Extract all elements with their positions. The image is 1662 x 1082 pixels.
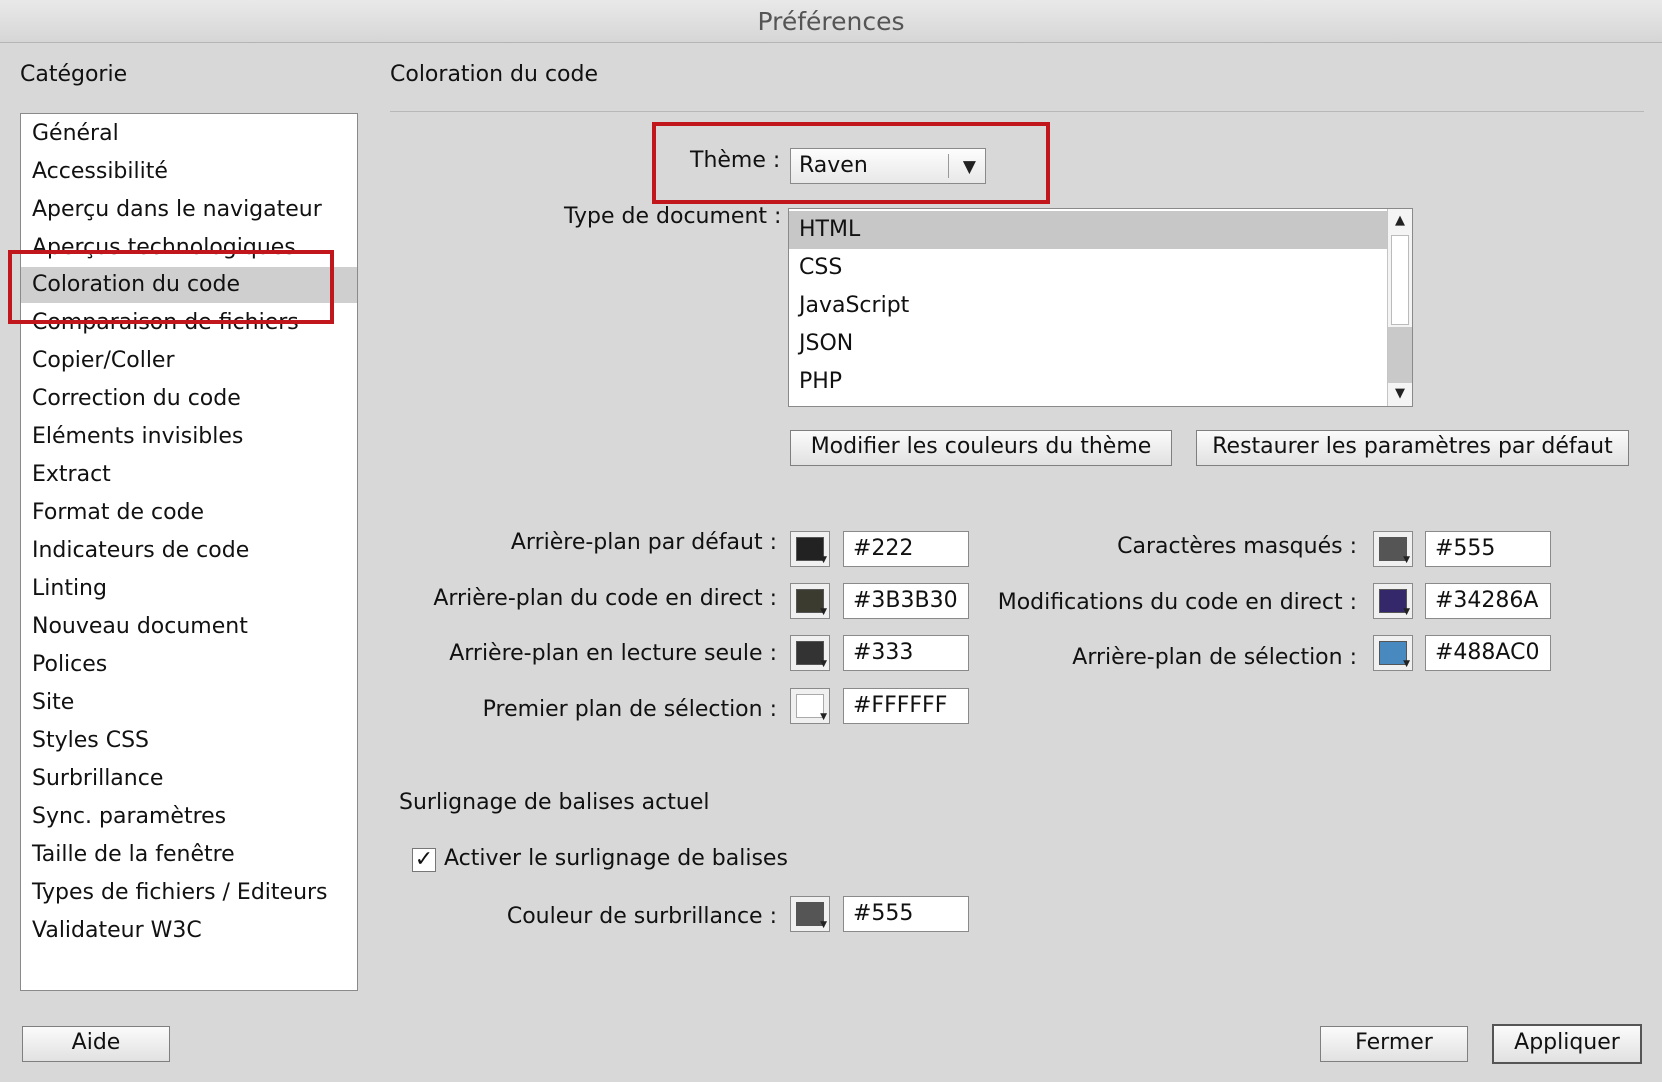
chevron-down-icon: ▼ (820, 607, 827, 617)
highlight-annotation-category (8, 250, 334, 324)
category-item-w3c-validator[interactable]: Validateur W3C (21, 913, 357, 949)
hidden-characters-label: Caractères masqués : (1117, 534, 1357, 559)
category-item-css-styles[interactable]: Styles CSS (21, 723, 357, 759)
document-type-list[interactable]: HTML CSS JavaScript JSON PHP ▲ ▼ (788, 208, 1413, 407)
read-only-background-swatch[interactable]: ▼ (790, 635, 830, 671)
default-background-label: Arrière-plan par défaut : (510, 530, 777, 555)
chevron-down-icon: ▼ (820, 920, 827, 930)
category-item-general[interactable]: Général (21, 116, 357, 152)
tag-highlight-checkbox-label[interactable]: Activer le surlignage de balises (444, 846, 788, 871)
document-type-item-javascript[interactable]: JavaScript (789, 287, 1387, 325)
read-only-background-label: Arrière-plan en lecture seule : (449, 641, 777, 666)
scroll-up-icon[interactable]: ▲ (1388, 209, 1412, 233)
category-item-file-types-editors[interactable]: Types de fichiers / Editeurs (21, 875, 357, 911)
category-item-window-size[interactable]: Taille de la fenêtre (21, 837, 357, 873)
selection-foreground-hex-input[interactable]: #FFFFFF (843, 688, 969, 724)
category-item-copy-paste[interactable]: Copier/Coller (21, 343, 357, 379)
scrollbar-thumb[interactable] (1391, 235, 1409, 325)
restore-defaults-button[interactable]: Restaurer les paramètres par défaut (1196, 430, 1629, 466)
document-type-label: Type de document : (564, 204, 782, 229)
category-list[interactable]: Général Accessibilité Aperçu dans le nav… (20, 113, 358, 991)
highlight-color-hex-input[interactable]: #555 (843, 896, 969, 932)
checkmark-icon: ✓ (414, 847, 434, 872)
hidden-characters-hex-input[interactable]: #555 (1425, 531, 1551, 567)
tag-highlight-heading: Surlignage de balises actuel (399, 790, 710, 815)
selection-background-label: Arrière-plan de sélection : (1072, 645, 1357, 670)
live-code-background-hex-input[interactable]: #3B3B30 (843, 583, 969, 619)
highlight-color-swatch[interactable]: ▼ (790, 896, 830, 932)
live-code-background-swatch[interactable]: ▼ (790, 583, 830, 619)
window-title: Préférences (0, 0, 1662, 43)
default-background-swatch[interactable]: ▼ (790, 531, 830, 567)
selection-background-hex-input[interactable]: #488AC0 (1425, 635, 1551, 671)
category-item-code-format[interactable]: Format de code (21, 495, 357, 531)
highlight-color-label: Couleur de surbrillance : (506, 904, 777, 929)
chevron-down-icon: ▼ (1403, 555, 1410, 565)
help-button[interactable]: Aide (22, 1026, 170, 1062)
section-title: Coloration du code (390, 62, 599, 87)
section-divider (390, 111, 1644, 112)
category-item-sync-settings[interactable]: Sync. paramètres (21, 799, 357, 835)
chevron-down-icon: ▼ (1403, 659, 1410, 669)
tag-highlight-checkbox[interactable]: ✓ (412, 848, 436, 872)
document-type-item-php[interactable]: PHP (789, 363, 1387, 401)
category-item-code-hints[interactable]: Indicateurs de code (21, 533, 357, 569)
hidden-characters-swatch[interactable]: ▼ (1373, 531, 1413, 567)
document-type-item-html[interactable]: HTML (789, 211, 1387, 249)
live-code-changes-label: Modifications du code en direct : (997, 590, 1357, 615)
category-item-new-document[interactable]: Nouveau document (21, 609, 357, 645)
category-item-highlighting[interactable]: Surbrillance (21, 761, 357, 797)
category-item-accessibility[interactable]: Accessibilité (21, 154, 357, 190)
chevron-down-icon: ▼ (820, 659, 827, 669)
chevron-down-icon: ▼ (820, 555, 827, 565)
selection-background-swatch[interactable]: ▼ (1373, 635, 1413, 671)
category-heading: Catégorie (20, 62, 128, 87)
live-code-changes-hex-input[interactable]: #34286A (1425, 583, 1551, 619)
selection-foreground-swatch[interactable]: ▼ (790, 688, 830, 724)
category-item-invisible-elements[interactable]: Eléments invisibles (21, 419, 357, 455)
category-item-code-rewriting[interactable]: Correction du code (21, 381, 357, 417)
read-only-background-hex-input[interactable]: #333 (843, 635, 969, 671)
close-button[interactable]: Fermer (1320, 1026, 1468, 1062)
category-item-linting[interactable]: Linting (21, 571, 357, 607)
highlight-annotation-theme (652, 122, 1050, 204)
apply-button[interactable]: Appliquer (1492, 1024, 1642, 1064)
chevron-down-icon: ▼ (1403, 607, 1410, 617)
default-background-hex-input[interactable]: #222 (843, 531, 969, 567)
live-code-background-label: Arrière-plan du code en direct : (433, 586, 777, 611)
category-item-site[interactable]: Site (21, 685, 357, 721)
category-item-browser-preview[interactable]: Aperçu dans le navigateur (21, 192, 357, 228)
category-item-extract[interactable]: Extract (21, 457, 357, 493)
category-item-fonts[interactable]: Polices (21, 647, 357, 683)
document-type-item-json[interactable]: JSON (789, 325, 1387, 363)
scrollbar-track[interactable] (1388, 327, 1412, 383)
edit-theme-colors-button[interactable]: Modifier les couleurs du thème (790, 430, 1172, 466)
live-code-changes-swatch[interactable]: ▼ (1373, 583, 1413, 619)
chevron-down-icon: ▼ (820, 712, 827, 722)
document-type-scrollbar[interactable]: ▲ ▼ (1387, 209, 1412, 406)
selection-foreground-label: Premier plan de sélection : (482, 697, 777, 722)
scroll-down-icon[interactable]: ▼ (1388, 382, 1412, 406)
document-type-item-css[interactable]: CSS (789, 249, 1387, 287)
